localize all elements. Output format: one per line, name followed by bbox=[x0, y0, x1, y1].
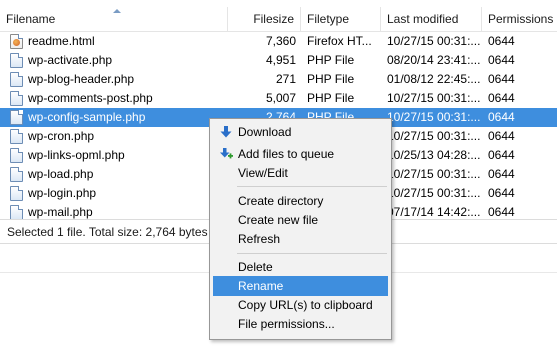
file-name: wp-links-opml.php bbox=[28, 148, 125, 162]
table-row[interactable]: wp-blog-header.php 271 PHP File 01/08/12… bbox=[0, 70, 557, 89]
menu-item-label: Refresh bbox=[238, 232, 281, 246]
status-text: Selected 1 file. Total size: 2,764 bytes bbox=[7, 225, 208, 239]
file-type: PHP File bbox=[307, 72, 355, 86]
file-name: wp-blog-header.php bbox=[28, 72, 135, 86]
menu-item-copy-urls[interactable]: Copy URL(s) to clipboard bbox=[213, 295, 388, 315]
file-name: readme.html bbox=[28, 34, 95, 48]
column-header-filesize[interactable]: Filesize bbox=[228, 7, 301, 32]
menu-item-label: Rename bbox=[238, 279, 284, 293]
context-menu: Download Add files to queue View/Edit Cr… bbox=[209, 118, 392, 340]
php-file-icon bbox=[10, 129, 23, 144]
file-modified: 10/27/15 00:31:... bbox=[387, 129, 481, 143]
menu-item-label: Copy URL(s) to clipboard bbox=[238, 298, 373, 312]
column-header-last-modified[interactable]: Last modified bbox=[381, 7, 482, 32]
menu-item-create-file[interactable]: Create new file bbox=[213, 210, 388, 230]
file-size: 7,360 bbox=[265, 34, 296, 48]
php-file-icon bbox=[10, 205, 23, 219]
menu-item-add-to-queue[interactable]: Add files to queue bbox=[213, 144, 388, 164]
file-modified: 10/27/15 00:31:... bbox=[387, 167, 481, 181]
file-modified: 10/27/15 00:31:... bbox=[387, 110, 481, 124]
menu-item-label: File permissions... bbox=[238, 317, 335, 331]
file-type: Firefox HT... bbox=[307, 34, 372, 48]
php-file-icon bbox=[10, 72, 23, 87]
file-permissions: 0644 bbox=[488, 129, 515, 143]
file-modified: 10/27/15 00:31:... bbox=[387, 34, 481, 48]
menu-item-label: Delete bbox=[238, 260, 273, 274]
file-name: wp-mail.php bbox=[28, 205, 93, 219]
add-to-queue-icon bbox=[220, 148, 233, 159]
table-row[interactable]: readme.html 7,360 Firefox HT... 10/27/15… bbox=[0, 32, 557, 51]
file-modified: 01/08/12 22:45:... bbox=[387, 72, 481, 86]
table-row[interactable]: wp-activate.php 4,951 PHP File 08/20/14 … bbox=[0, 51, 557, 70]
file-modified: 10/25/13 04:28:... bbox=[387, 148, 481, 162]
file-size: 271 bbox=[275, 72, 296, 86]
file-permissions: 0644 bbox=[488, 53, 515, 67]
menu-item-label: View/Edit bbox=[238, 166, 288, 180]
php-file-icon bbox=[10, 148, 23, 163]
file-name: wp-load.php bbox=[28, 167, 94, 181]
file-name: wp-cron.php bbox=[28, 129, 95, 143]
menu-item-rename[interactable]: Rename bbox=[213, 276, 388, 296]
file-permissions: 0644 bbox=[488, 72, 515, 86]
column-header-permissions[interactable]: Permissions bbox=[482, 7, 557, 32]
file-permissions: 0644 bbox=[488, 186, 515, 200]
menu-item-delete[interactable]: Delete bbox=[213, 257, 388, 277]
menu-item-view-edit[interactable]: View/Edit bbox=[213, 163, 388, 183]
file-name: wp-activate.php bbox=[28, 53, 113, 67]
file-permissions: 0644 bbox=[488, 205, 515, 219]
menu-item-label: Create new file bbox=[238, 213, 319, 227]
file-permissions: 0644 bbox=[488, 34, 515, 48]
php-file-icon bbox=[10, 110, 23, 125]
file-modified: 07/17/14 14:42:... bbox=[387, 205, 481, 219]
table-row[interactable]: wp-comments-post.php 5,007 PHP File 10/2… bbox=[0, 89, 557, 108]
php-file-icon bbox=[10, 186, 23, 201]
html-file-icon bbox=[10, 34, 23, 49]
menu-item-label: Create directory bbox=[238, 194, 324, 208]
file-list-header: Filename Filesize Filetype Last modified… bbox=[0, 7, 557, 32]
download-arrow-icon bbox=[220, 126, 232, 138]
file-permissions: 0644 bbox=[488, 91, 515, 105]
menu-item-label: Add files to queue bbox=[238, 147, 335, 161]
file-type: PHP File bbox=[307, 91, 355, 105]
file-modified: 08/20/14 23:41:... bbox=[387, 53, 481, 67]
file-permissions: 0644 bbox=[488, 167, 515, 181]
menu-separator bbox=[237, 186, 387, 187]
file-modified: 10/27/15 00:31:... bbox=[387, 91, 481, 105]
file-size: 5,007 bbox=[265, 91, 296, 105]
menu-item-download[interactable]: Download bbox=[213, 122, 388, 142]
menu-item-refresh[interactable]: Refresh bbox=[213, 229, 388, 249]
file-permissions: 0644 bbox=[488, 148, 515, 162]
file-name: wp-config-sample.php bbox=[28, 110, 146, 124]
menu-item-create-directory[interactable]: Create directory bbox=[213, 191, 388, 211]
file-size: 4,951 bbox=[265, 53, 296, 67]
column-header-filename[interactable]: Filename bbox=[0, 7, 228, 32]
column-header-filetype[interactable]: Filetype bbox=[301, 7, 381, 32]
file-name: wp-comments-post.php bbox=[28, 91, 153, 105]
file-permissions: 0644 bbox=[488, 110, 515, 124]
file-modified: 10/27/15 00:31:... bbox=[387, 186, 481, 200]
php-file-icon bbox=[10, 53, 23, 68]
php-file-icon bbox=[10, 167, 23, 182]
menu-item-label: Download bbox=[238, 125, 292, 139]
php-file-icon bbox=[10, 91, 23, 106]
file-type: PHP File bbox=[307, 53, 355, 67]
menu-separator bbox=[237, 253, 387, 254]
menu-item-file-permissions[interactable]: File permissions... bbox=[213, 314, 388, 334]
file-name: wp-login.php bbox=[28, 186, 97, 200]
